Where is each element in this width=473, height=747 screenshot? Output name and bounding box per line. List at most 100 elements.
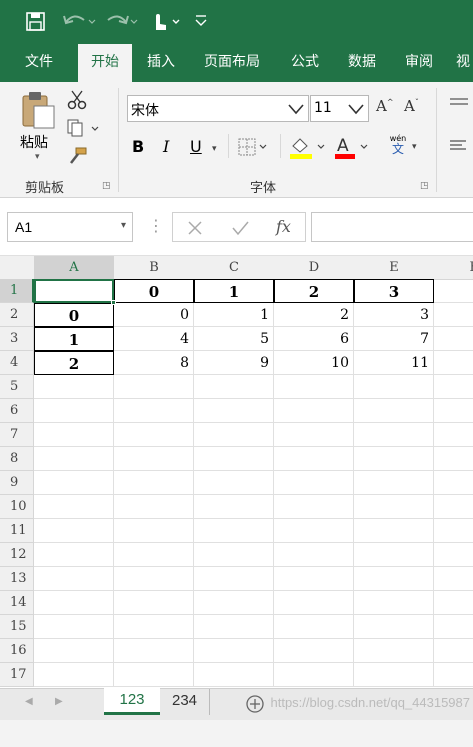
column-header-f[interactable]: F bbox=[434, 256, 473, 280]
cell-a1-selected[interactable] bbox=[34, 279, 114, 303]
row-header-13[interactable]: 13 bbox=[0, 567, 34, 591]
cell-e2[interactable]: 3 bbox=[354, 303, 434, 327]
cell-f8[interactable] bbox=[434, 447, 473, 471]
cell-d3[interactable]: 6 bbox=[274, 327, 354, 351]
cell-b17[interactable] bbox=[114, 663, 194, 687]
save-icon[interactable] bbox=[26, 12, 45, 31]
cell-b14[interactable] bbox=[114, 591, 194, 615]
fill-handle[interactable] bbox=[111, 300, 116, 305]
cut-icon[interactable] bbox=[66, 89, 88, 111]
cell-d12[interactable] bbox=[274, 543, 354, 567]
cell-a6[interactable] bbox=[34, 399, 114, 423]
cell-d6[interactable] bbox=[274, 399, 354, 423]
cell-e13[interactable] bbox=[354, 567, 434, 591]
clipboard-launcher-icon[interactable]: ◳ bbox=[102, 181, 111, 191]
cell-d13[interactable] bbox=[274, 567, 354, 591]
tab-review[interactable]: 审阅 bbox=[397, 44, 441, 82]
cell-a8[interactable] bbox=[34, 447, 114, 471]
cell-b2[interactable]: 0 bbox=[114, 303, 194, 327]
cell-a2[interactable]: 0 bbox=[34, 303, 114, 327]
paste-dropdown-icon[interactable]: ▾ bbox=[35, 152, 40, 162]
cell-c1[interactable]: 1 bbox=[194, 279, 274, 303]
row-header-16[interactable]: 16 bbox=[0, 639, 34, 663]
cell-b16[interactable] bbox=[114, 639, 194, 663]
cell-e11[interactable] bbox=[354, 519, 434, 543]
cell-c16[interactable] bbox=[194, 639, 274, 663]
cell-a3[interactable]: 1 bbox=[34, 327, 114, 351]
cell-d2[interactable]: 2 bbox=[274, 303, 354, 327]
name-box-dropdown-icon[interactable]: ▾ bbox=[121, 220, 126, 231]
enter-icon[interactable] bbox=[231, 220, 249, 236]
cell-f4[interactable] bbox=[434, 351, 473, 375]
cell-c5[interactable] bbox=[194, 375, 274, 399]
column-header-b[interactable]: B bbox=[114, 256, 195, 280]
underline-button[interactable]: U bbox=[190, 137, 202, 156]
cell-a17[interactable] bbox=[34, 663, 114, 687]
cell-e9[interactable] bbox=[354, 471, 434, 495]
cell-b5[interactable] bbox=[114, 375, 194, 399]
cell-f14[interactable] bbox=[434, 591, 473, 615]
row-header-17[interactable]: 17 bbox=[0, 663, 34, 687]
cell-e16[interactable] bbox=[354, 639, 434, 663]
cell-c2[interactable]: 1 bbox=[194, 303, 274, 327]
cell-c17[interactable] bbox=[194, 663, 274, 687]
cell-c3[interactable]: 5 bbox=[194, 327, 274, 351]
underline-dropdown-icon[interactable]: ▾ bbox=[212, 144, 217, 154]
cell-c8[interactable] bbox=[194, 447, 274, 471]
cell-a9[interactable] bbox=[34, 471, 114, 495]
cell-a13[interactable] bbox=[34, 567, 114, 591]
row-header-9[interactable]: 9 bbox=[0, 471, 34, 495]
cell-a12[interactable] bbox=[34, 543, 114, 567]
cell-d14[interactable] bbox=[274, 591, 354, 615]
tab-view[interactable]: 视 bbox=[456, 44, 473, 82]
cell-c14[interactable] bbox=[194, 591, 274, 615]
cell-c10[interactable] bbox=[194, 495, 274, 519]
cell-b10[interactable] bbox=[114, 495, 194, 519]
row-header-11[interactable]: 11 bbox=[0, 519, 34, 543]
cell-f16[interactable] bbox=[434, 639, 473, 663]
cell-e7[interactable] bbox=[354, 423, 434, 447]
cell-f1[interactable] bbox=[434, 279, 473, 303]
cell-f6[interactable] bbox=[434, 399, 473, 423]
copy-icon[interactable] bbox=[66, 118, 102, 138]
italic-button[interactable]: I bbox=[163, 137, 169, 156]
cell-e6[interactable] bbox=[354, 399, 434, 423]
cell-e1[interactable]: 3 bbox=[354, 279, 434, 303]
redo-icon[interactable] bbox=[107, 15, 138, 25]
cell-e17[interactable] bbox=[354, 663, 434, 687]
cell-c7[interactable] bbox=[194, 423, 274, 447]
row-header-2[interactable]: 2 bbox=[0, 303, 34, 327]
sheet-tab-234[interactable]: 234 bbox=[160, 689, 210, 715]
row-header-10[interactable]: 10 bbox=[0, 495, 34, 519]
cell-c9[interactable] bbox=[194, 471, 274, 495]
cell-e3[interactable]: 7 bbox=[354, 327, 434, 351]
insert-function-icon[interactable]: fx bbox=[276, 217, 291, 236]
cell-a16[interactable] bbox=[34, 639, 114, 663]
cell-b6[interactable] bbox=[114, 399, 194, 423]
cell-f2[interactable] bbox=[434, 303, 473, 327]
cell-a14[interactable] bbox=[34, 591, 114, 615]
phonetic-dropdown-icon[interactable]: ▾ bbox=[412, 142, 417, 152]
cell-c13[interactable] bbox=[194, 567, 274, 591]
cell-a10[interactable] bbox=[34, 495, 114, 519]
cell-f12[interactable] bbox=[434, 543, 473, 567]
column-header-c[interactable]: C bbox=[194, 256, 275, 280]
cell-d17[interactable] bbox=[274, 663, 354, 687]
cell-e12[interactable] bbox=[354, 543, 434, 567]
tab-data[interactable]: 数据 bbox=[340, 44, 384, 82]
formula-input[interactable] bbox=[311, 212, 473, 242]
cell-e10[interactable] bbox=[354, 495, 434, 519]
row-header-15[interactable]: 15 bbox=[0, 615, 34, 639]
row-header-6[interactable]: 6 bbox=[0, 399, 34, 423]
row-header-7[interactable]: 7 bbox=[0, 423, 34, 447]
tab-file[interactable]: 文件 bbox=[14, 44, 64, 82]
cell-d15[interactable] bbox=[274, 615, 354, 639]
cell-f11[interactable] bbox=[434, 519, 473, 543]
cell-f5[interactable] bbox=[434, 375, 473, 399]
scroll-right-icon[interactable]: ▶ bbox=[55, 696, 63, 707]
cancel-icon[interactable] bbox=[187, 220, 203, 236]
align-top-icon[interactable] bbox=[448, 96, 470, 112]
cell-d10[interactable] bbox=[274, 495, 354, 519]
cell-a15[interactable] bbox=[34, 615, 114, 639]
cell-b9[interactable] bbox=[114, 471, 194, 495]
